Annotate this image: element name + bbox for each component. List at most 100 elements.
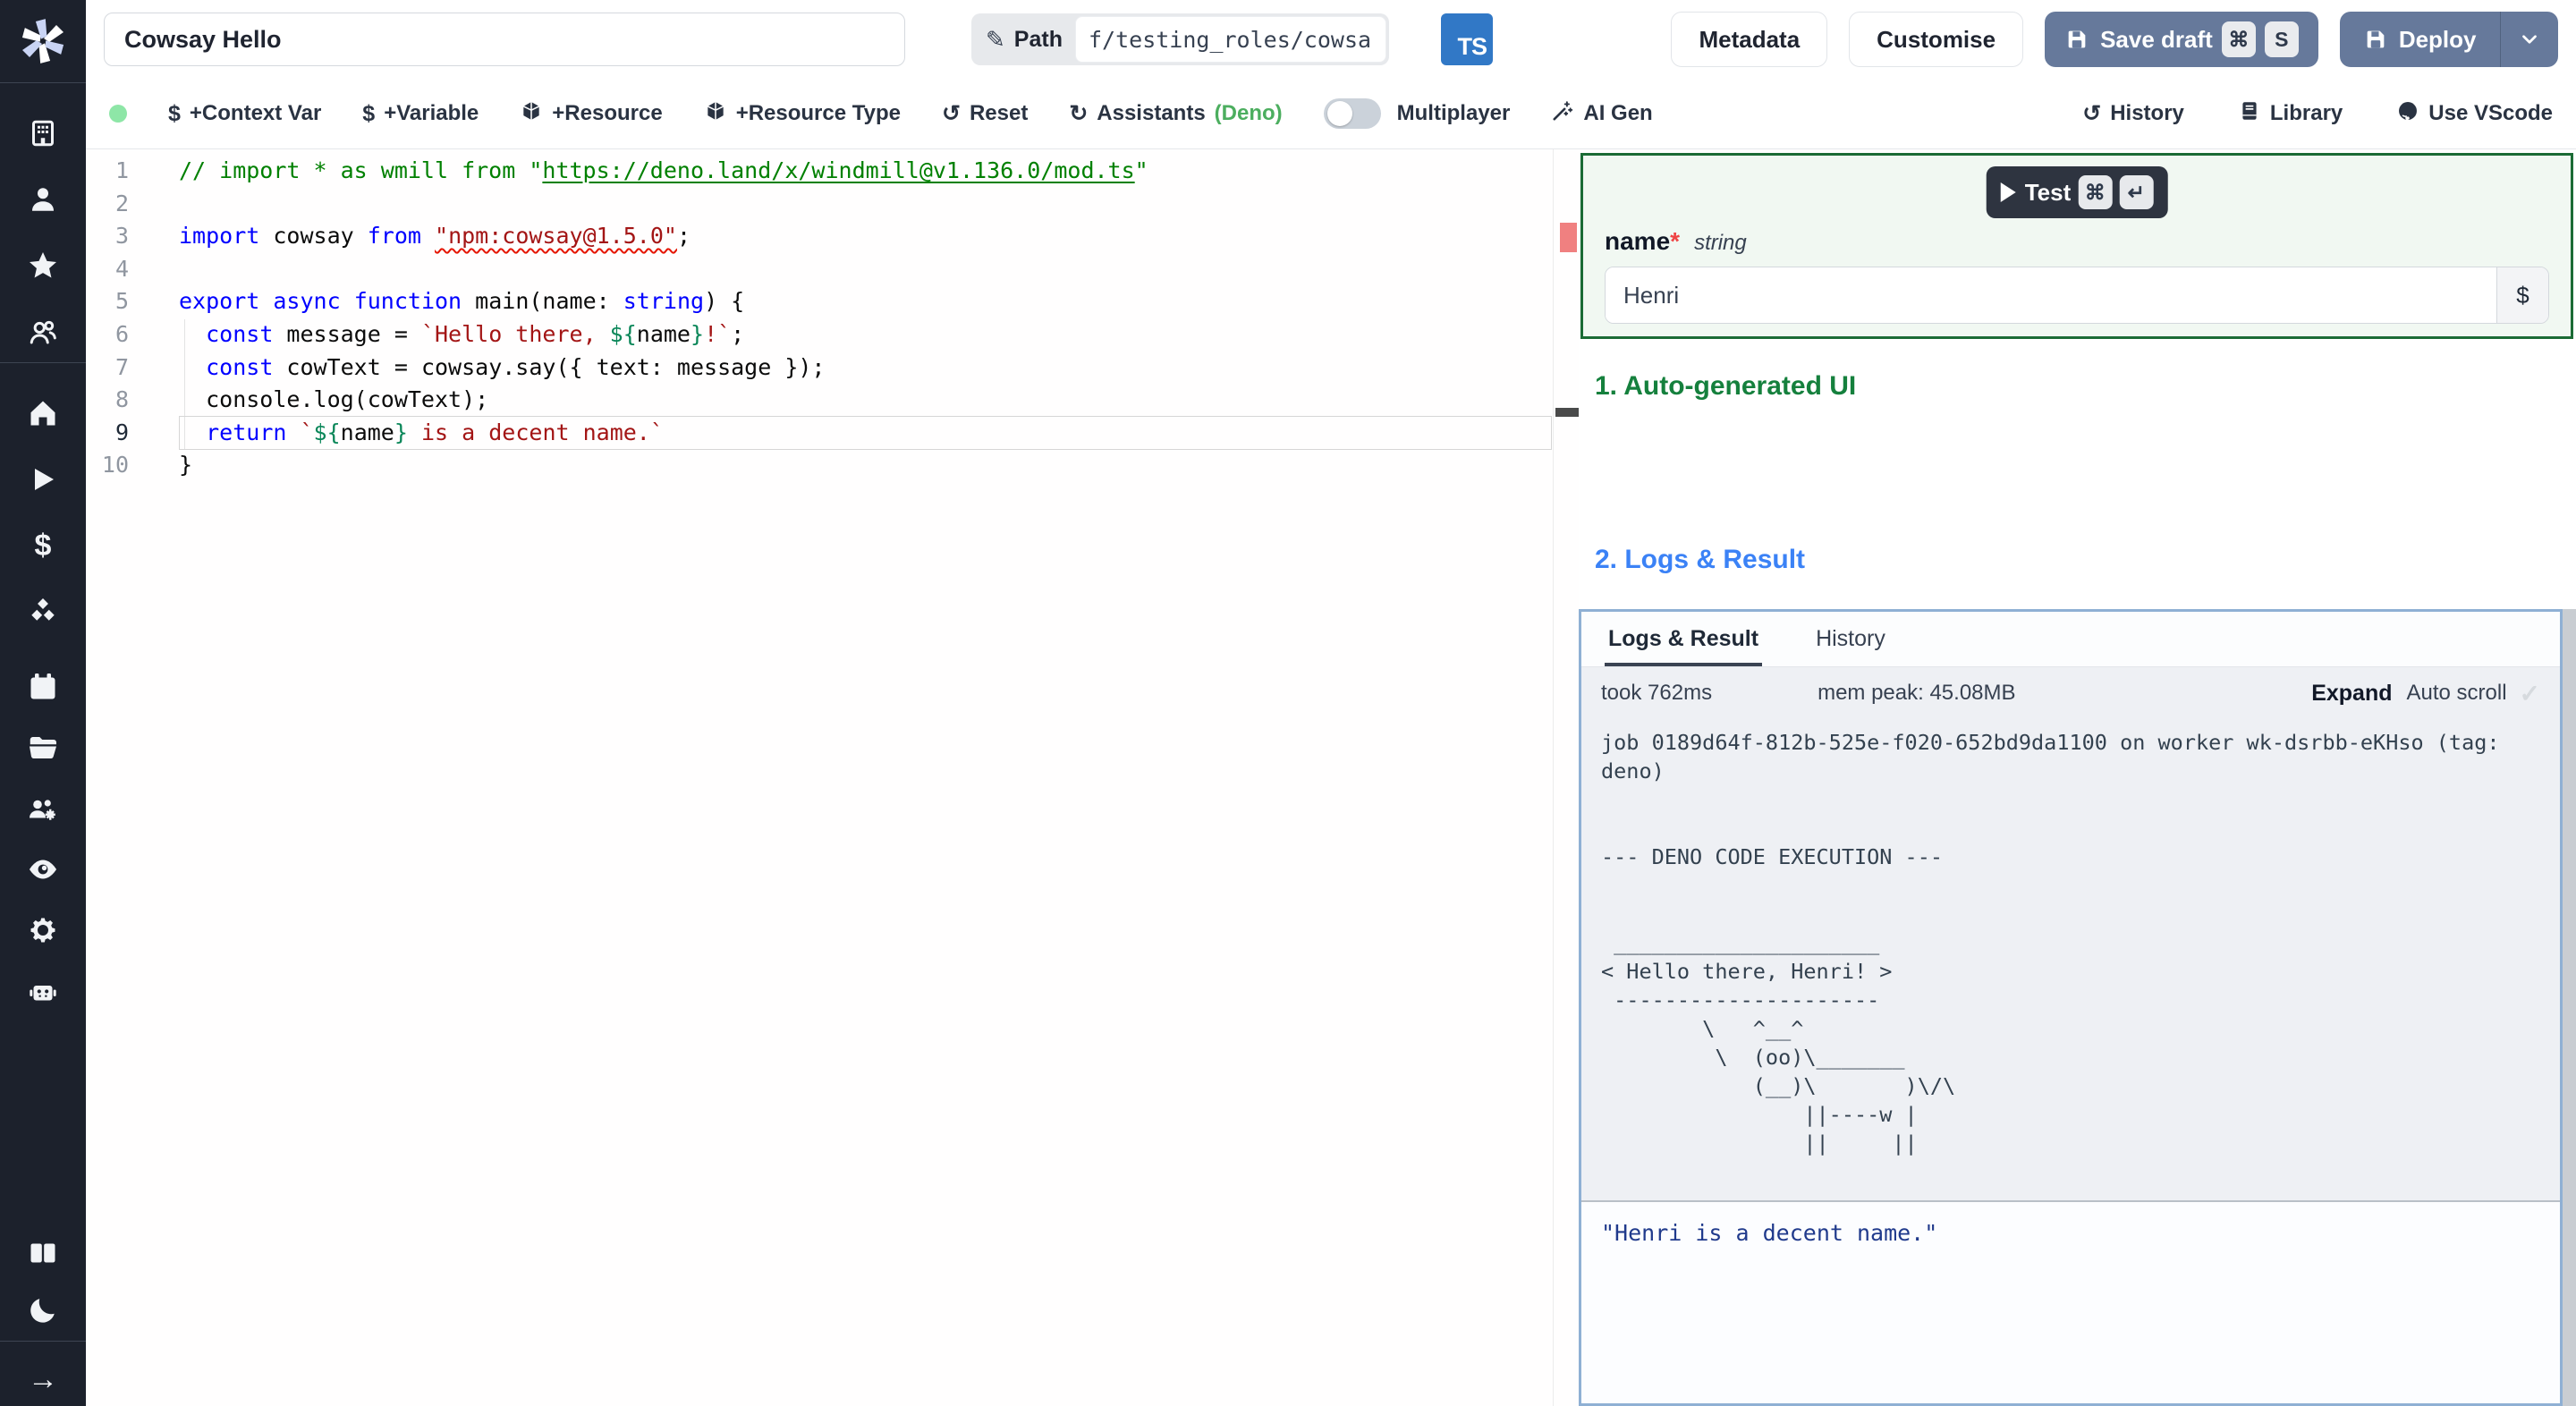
check-icon[interactable]: ✓: [2520, 679, 2540, 708]
deploy-button-group: Deploy: [2339, 12, 2558, 67]
line-number: 7: [114, 353, 129, 380]
dollar-icon: $: [168, 100, 181, 126]
moon-icon[interactable]: [25, 1292, 61, 1328]
library-icon: [2238, 99, 2261, 129]
result-output: "Henri is a decent name.": [1581, 1200, 2560, 1403]
tab-history[interactable]: History: [1812, 612, 1889, 666]
customise-button[interactable]: Customise: [1849, 12, 2024, 67]
metadata-button[interactable]: Metadata: [1671, 12, 1828, 67]
add-resource-button[interactable]: +Resource: [520, 99, 663, 129]
line-number: 3: [114, 223, 129, 250]
enter-kbd: ↵: [2119, 175, 2154, 209]
code-line[interactable]: // import * as wmill from "https://deno.…: [179, 155, 1552, 188]
editor-toolbar: $ +Context Var $ +Variable +Resource +Re…: [86, 79, 2576, 148]
script-title-input[interactable]: [104, 13, 905, 66]
deploy-button[interactable]: Deploy: [2340, 12, 2500, 67]
cubes-icon[interactable]: [25, 594, 61, 630]
typescript-badge: TS: [1440, 13, 1493, 65]
robot-icon[interactable]: [25, 973, 61, 1009]
required-mark: *: [1670, 227, 1681, 255]
code-line[interactable]: import cowsay from "npm:cowsay@1.5.0";: [179, 220, 1552, 253]
folder-icon[interactable]: [25, 730, 61, 766]
add-variable-button[interactable]: $ +Variable: [362, 101, 479, 127]
wand-icon: [1551, 99, 1574, 129]
code-line[interactable]: const cowText = cowsay.say({ text: messa…: [179, 352, 1552, 385]
variable-picker-button[interactable]: $: [2496, 267, 2548, 323]
refresh-icon: ↻: [1069, 101, 1089, 126]
code-line[interactable]: console.log(cowText);: [179, 384, 1552, 417]
sidebar-divider: [0, 1341, 86, 1342]
arg-name-label: name: [1605, 227, 1671, 255]
ai-gen-button[interactable]: AI Gen: [1551, 99, 1653, 129]
cursor-marker: [1555, 408, 1579, 417]
history-button[interactable]: ↺ History: [2082, 100, 2184, 127]
autoscroll-label[interactable]: Auto scroll: [2406, 681, 2506, 706]
sidebar: $ →: [0, 0, 86, 1406]
gear-icon[interactable]: [25, 912, 61, 948]
path-button[interactable]: ✎ Path: [971, 13, 1389, 65]
person-icon[interactable]: [25, 182, 61, 217]
section-auto-generated-ui: 1. Auto-generated UI: [1595, 371, 1857, 401]
calendar-icon[interactable]: [25, 669, 61, 705]
error-marker: [1560, 223, 1577, 252]
building-icon[interactable]: [25, 115, 61, 151]
add-resource-type-button[interactable]: +Resource Type: [704, 99, 901, 129]
cube-icon: [704, 99, 727, 129]
test-button[interactable]: Test ⌘ ↵: [1986, 166, 2168, 218]
line-number-gutter: 1 2 3 4 5 6 7 8 9 10: [86, 155, 179, 482]
save-icon: [2068, 30, 2086, 48]
run-stats-bar: took 762ms mem peak: 45.08MB Expand Auto…: [1581, 667, 2560, 719]
args-form: Test ⌘ ↵ name* string $: [1580, 153, 2573, 339]
save-draft-button[interactable]: Save draft ⌘ S: [2045, 12, 2318, 67]
logs-tabs: Logs & Result History: [1581, 612, 2560, 667]
arrow-right-icon[interactable]: →: [25, 1361, 61, 1397]
code-line[interactable]: [179, 253, 1552, 286]
play-icon[interactable]: [25, 462, 61, 497]
reset-button[interactable]: ↺ Reset: [942, 100, 1028, 127]
multiplayer-toggle[interactable]: [1323, 98, 1381, 129]
deploy-dropdown-button[interactable]: [2501, 12, 2558, 67]
eye-icon[interactable]: [25, 851, 61, 887]
chevron-down-icon: [2522, 35, 2537, 44]
dollar-icon[interactable]: $: [25, 528, 61, 563]
user-group-gear-icon[interactable]: [25, 791, 61, 826]
topbar: ✎ Path TS Metadata Customise Save draft …: [86, 0, 2576, 79]
pencil-icon: ✎: [986, 25, 1005, 53]
arg-type-label: string: [1694, 231, 1747, 255]
library-button[interactable]: Library: [2238, 99, 2343, 129]
sidebar-group-primary: $: [25, 395, 61, 630]
line-number: 4: [114, 255, 129, 282]
sidebar-divider: [0, 82, 86, 83]
line-number: 2: [114, 190, 129, 216]
star-icon[interactable]: [25, 248, 61, 284]
code-editor[interactable]: 1 2 3 4 5 6 7 8 9 10 // import * as wmill from "h…: [86, 149, 1579, 1406]
scrollbar[interactable]: [2563, 609, 2576, 1406]
section-logs-result: 2. Logs & Result: [1595, 545, 1806, 574]
code-line[interactable]: }: [179, 449, 1552, 482]
expand-button[interactable]: Expand: [2311, 681, 2392, 707]
sidebar-group-collapse: →: [25, 1361, 61, 1397]
code-line[interactable]: const message = `Hello there, ${name}!`;: [179, 318, 1552, 352]
sidebar-divider: [0, 362, 86, 363]
github-icon: [2396, 99, 2419, 129]
sidebar-group-workspace: [25, 115, 61, 350]
sidebar-group-secondary: [25, 669, 61, 1009]
reset-icon: ↺: [942, 101, 961, 126]
overview-ruler: [1553, 149, 1554, 1406]
use-vscode-button[interactable]: Use VScode: [2396, 99, 2553, 129]
add-context-var-button[interactable]: $ +Context Var: [168, 101, 321, 127]
play-icon: [2000, 182, 2016, 202]
line-number: 6: [114, 320, 129, 347]
history-icon: ↺: [2082, 101, 2102, 126]
book-icon[interactable]: [25, 1235, 61, 1271]
home-icon[interactable]: [25, 395, 61, 431]
arg-name-input[interactable]: [1606, 267, 2496, 323]
assistants-button[interactable]: ↻ Assistants (Deno): [1069, 100, 1282, 127]
path-input[interactable]: [1074, 16, 1386, 63]
cmd-kbd: ⌘: [2078, 175, 2113, 209]
code-line[interactable]: export async function main(name: string)…: [179, 285, 1552, 318]
users-icon[interactable]: [25, 314, 61, 350]
code-line[interactable]: [179, 188, 1552, 221]
tab-logs-result[interactable]: Logs & Result: [1605, 612, 1763, 666]
windmill-logo[interactable]: [14, 13, 72, 70]
